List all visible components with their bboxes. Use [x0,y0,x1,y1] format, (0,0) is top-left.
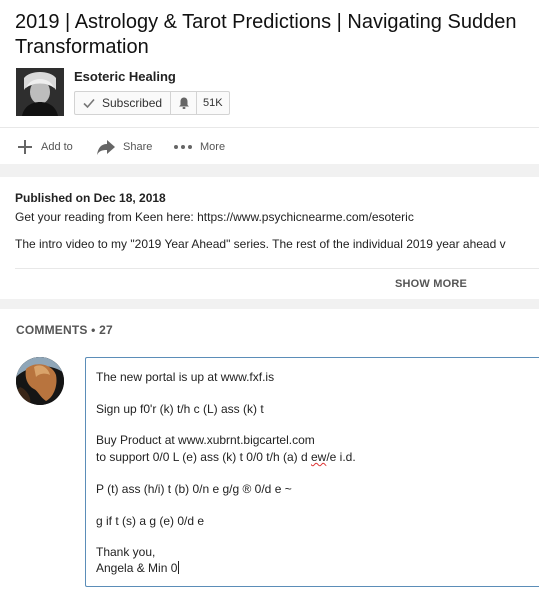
divider [0,127,539,128]
show-more-button[interactable]: SHOW MORE [395,278,467,290]
add-icon [18,140,32,154]
channel-avatar-image [16,68,64,116]
share-icon [97,140,115,155]
comment-line: Sign up f0'r (k) t/h c (L) ass (k) t [96,402,264,416]
add-to-label: Add to [41,141,73,153]
channel-name[interactable]: Esoteric Healing [74,69,176,84]
share-label: Share [123,141,153,153]
more-label: More [200,141,226,153]
add-to-button[interactable]: Add to [16,138,73,156]
misspelled-word: ew [310,450,327,464]
comment-line: The new portal is up at www.fxf.is [96,370,275,384]
divider [15,268,539,269]
description-line-2: The intro video to my "2019 Year Ahead" … [15,237,506,251]
bell-icon [178,97,189,109]
comment-line: P (t) ass (h/i) t (b) 0/n e g/g ® 0/d e … [96,482,292,496]
subscribe-group: Subscribed 51K [74,91,230,115]
published-date: Published on Dec 18, 2018 [15,191,166,205]
comment-line: g if t (s) a g (e) 0/d e [96,514,205,528]
video-title: 2019 | Astrology & Tarot Predictions | N… [15,11,517,58]
comment-line: to support 0/0 L (e) ass (k) t 0/0 t/h (… [96,450,356,464]
more-dots-icon [174,145,192,149]
comment-line: Angela & Min 0 [96,561,180,575]
user-avatar-image [16,357,64,405]
comment-text: /e i.d. [326,450,356,464]
notification-bell-button[interactable] [171,92,198,114]
video-primary-info: 2019 | Astrology & Tarot Predictions | N… [0,0,539,164]
comment-text: Angela & Min 0 [96,561,178,575]
comment-line: Buy Product at www.xubrnt.bigcartel.com [96,433,315,447]
comment-input[interactable]: The new portal is up at www.fxf.is Sign … [85,357,539,587]
comments-header: COMMENTS • 27 [16,323,113,337]
subscriber-count: 51K [203,97,223,109]
comment-text: to support 0/0 L (e) ass (k) t 0/0 t/h (… [96,450,311,464]
text-cursor [178,561,180,574]
channel-avatar[interactable] [16,68,64,116]
subscribed-button[interactable]: Subscribed [75,92,172,114]
description-line-1: Get your reading from Keen here: https:/… [15,210,414,224]
comment-line: Thank you, [96,545,156,559]
user-avatar [16,357,64,405]
check-icon [83,98,95,109]
subscribed-label: Subscribed [102,96,163,110]
share-button[interactable]: Share [96,138,152,156]
more-button[interactable]: More [173,138,225,156]
